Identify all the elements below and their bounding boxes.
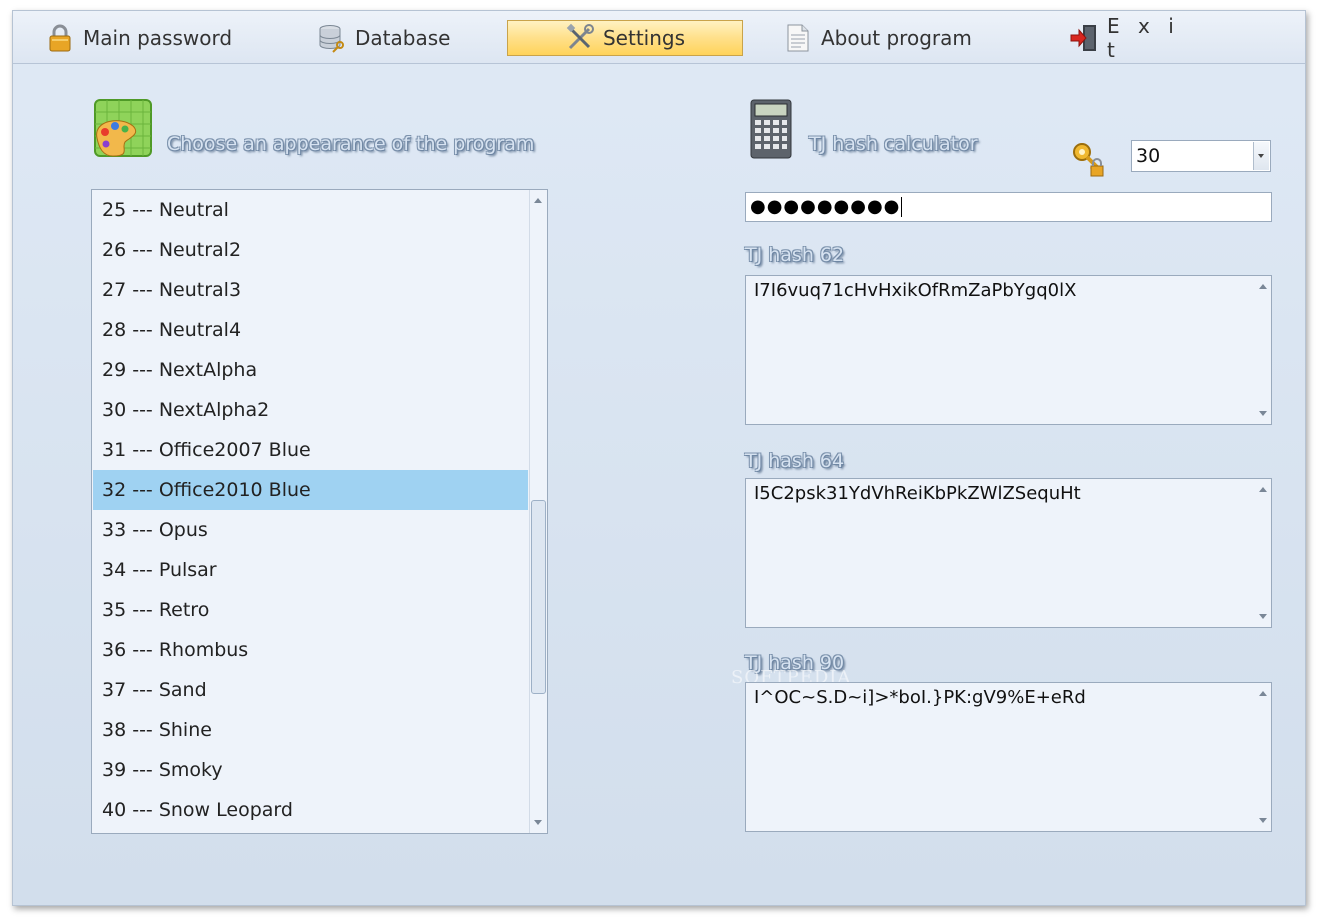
hash64-label: TJ hash 64 xyxy=(745,450,845,472)
calculator-icon xyxy=(749,99,793,159)
palette-icon xyxy=(91,98,153,160)
list-item[interactable]: 30 --- NextAlpha2 xyxy=(93,390,528,430)
padlock-icon xyxy=(45,23,75,53)
hash62-scrollbar[interactable] xyxy=(1255,276,1271,424)
scroll-down-icon[interactable] xyxy=(1259,818,1267,823)
list-item[interactable]: 34 --- Pulsar xyxy=(93,550,528,590)
list-item[interactable]: 31 --- Office2007 Blue xyxy=(93,430,528,470)
list-item[interactable]: 39 --- Smoky xyxy=(93,750,528,790)
menu-about-program[interactable]: About program xyxy=(779,20,989,56)
hash62-value: I7I6vuq71cHvHxikOfRmZaPbYgq0lX xyxy=(754,280,1077,301)
menu-label: Settings xyxy=(602,26,686,50)
list-item[interactable]: 35 --- Retro xyxy=(93,590,528,630)
hash64-output[interactable]: I5C2psk31YdVhReiKbPkZWlZSequHt xyxy=(745,478,1272,628)
menu-database[interactable]: Database xyxy=(313,20,473,56)
text-caret xyxy=(901,197,903,217)
menu-main-password[interactable]: Main password xyxy=(41,20,241,56)
hash-calculator-title: TJ hash calculator xyxy=(809,133,978,155)
hash90-value: I^OC~S.D~i]>*boI.}PK:gV9%E+eRd xyxy=(754,687,1086,708)
hash64-value: I5C2psk31YdVhReiKbPkZWlZSequHt xyxy=(754,483,1081,504)
hash-length-value: 30 xyxy=(1136,145,1161,167)
scroll-up-icon[interactable] xyxy=(1259,691,1267,696)
document-icon xyxy=(783,23,813,53)
scroll-up-icon[interactable] xyxy=(1259,284,1267,289)
menu-label: E x i t xyxy=(1107,14,1180,62)
menu-settings[interactable]: Settings xyxy=(507,20,743,56)
list-item[interactable]: 27 --- Neutral3 xyxy=(93,270,528,310)
scrollbar-thumb[interactable] xyxy=(531,500,546,694)
main-window: Main password Database Settings About pr… xyxy=(12,10,1306,906)
scroll-up-icon[interactable] xyxy=(534,198,542,203)
appearance-title: Choose an appearance of the program xyxy=(167,133,535,155)
chevron-down-icon[interactable] xyxy=(1253,142,1269,170)
hash-length-select[interactable]: 30 xyxy=(1131,140,1271,172)
list-item[interactable]: 40 --- Snow Leopard xyxy=(93,790,528,830)
list-item[interactable]: 38 --- Shine xyxy=(93,710,528,750)
list-item[interactable]: 37 --- Sand xyxy=(93,670,528,710)
password-value: ●●●●●●●●● xyxy=(750,196,901,217)
scroll-up-icon[interactable] xyxy=(1259,487,1267,492)
scroll-down-icon[interactable] xyxy=(534,820,542,825)
appearance-scrollbar[interactable] xyxy=(529,190,547,833)
hash64-scrollbar[interactable] xyxy=(1255,479,1271,627)
appearance-list[interactable]: 25 --- Neutral 26 --- Neutral2 27 --- Ne… xyxy=(91,189,548,834)
tools-icon xyxy=(565,23,595,53)
list-item[interactable]: 36 --- Rhombus xyxy=(93,630,528,670)
hash62-output[interactable]: I7I6vuq71cHvHxikOfRmZaPbYgq0lX xyxy=(745,275,1272,425)
key-lock-icon xyxy=(1071,141,1105,177)
list-item[interactable]: 33 --- Opus xyxy=(93,510,528,550)
exit-door-icon xyxy=(1069,23,1099,53)
database-icon xyxy=(317,23,347,53)
list-item[interactable]: 28 --- Neutral4 xyxy=(93,310,528,350)
list-item-selected[interactable]: 32 --- Office2010 Blue xyxy=(93,470,528,510)
menu-label: Main password xyxy=(83,26,233,50)
list-item[interactable]: 26 --- Neutral2 xyxy=(93,230,528,270)
list-item[interactable]: 25 --- Neutral xyxy=(93,190,528,230)
password-input[interactable]: ●●●●●●●●● xyxy=(745,192,1272,222)
hash90-output[interactable]: I^OC~S.D~i]>*boI.}PK:gV9%E+eRd xyxy=(745,682,1272,832)
scroll-down-icon[interactable] xyxy=(1259,614,1267,619)
hash90-scrollbar[interactable] xyxy=(1255,683,1271,831)
menu-exit[interactable]: E x i t xyxy=(1065,14,1195,62)
scroll-down-icon[interactable] xyxy=(1259,411,1267,416)
menu-bar: Main password Database Settings About pr… xyxy=(13,11,1305,64)
menu-label: About program xyxy=(821,26,972,50)
hash62-label: TJ hash 62 xyxy=(745,244,845,266)
menu-label: Database xyxy=(355,26,451,50)
list-item[interactable]: 29 --- NextAlpha xyxy=(93,350,528,390)
